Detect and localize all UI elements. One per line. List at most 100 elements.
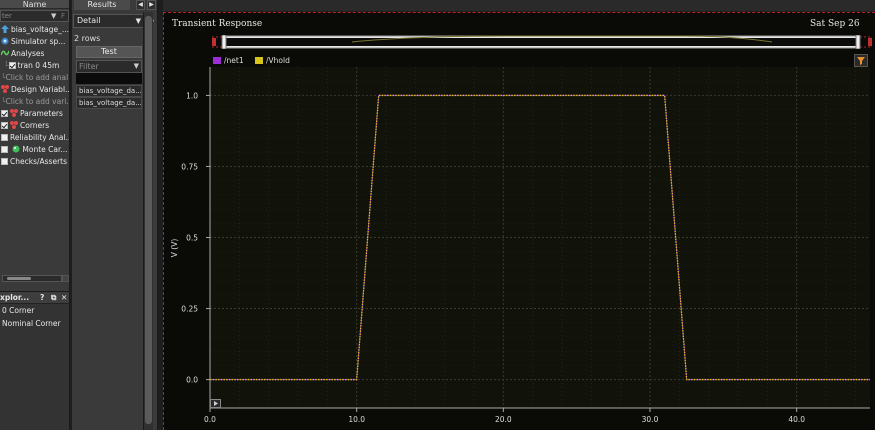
tree-item-label: bias_voltage_... <box>11 25 70 34</box>
corners-explorer-panel: xplor... ? ⧉ ✕ 0 Corner Nominal Corner <box>0 291 69 430</box>
x-tick-label: 40.0 <box>788 415 805 424</box>
x-tick-label: 20.0 <box>495 415 512 424</box>
y-axis-label: V (V) <box>170 239 179 258</box>
tree-item-label: Simulator sp... <box>11 37 66 46</box>
parameters-checkbox[interactable] <box>1 110 8 117</box>
tree-item-label: Parameters <box>20 109 63 118</box>
tree-item-reliability[interactable]: Reliability Anal... <box>1 132 70 144</box>
x-tick-label: 30.0 <box>642 415 659 424</box>
explorer-header: xplor... ? ⧉ ✕ <box>0 292 69 304</box>
reliability-checkbox[interactable] <box>1 134 8 141</box>
monte-carlo-checkbox[interactable] <box>1 146 8 153</box>
tree-item-label: Monte Car... <box>22 145 68 154</box>
tree-item-tran[interactable]: └ tran 0 45m <box>4 60 59 72</box>
scrollbar-thumb[interactable] <box>145 16 152 424</box>
legend-item-vhold[interactable]: /Vhold <box>255 56 290 65</box>
legend-label: /net1 <box>224 56 244 65</box>
scroll-right-button[interactable] <box>62 275 69 282</box>
legend-item-net1[interactable]: /net1 <box>213 56 244 65</box>
legend-label: /Vhold <box>266 56 290 65</box>
nav-left-icon[interactable]: ◀ <box>136 0 145 10</box>
tran-checkbox[interactable] <box>8 62 16 69</box>
explorer-row-corner[interactable]: 0 Corner <box>0 304 69 317</box>
result-row[interactable]: bias_voltage_da... <box>76 85 142 97</box>
tree-filter-suffix: F <box>61 12 66 20</box>
tree-item-test[interactable]: bias_voltage_... <box>1 24 69 36</box>
tree-item-label: Corners <box>20 121 50 130</box>
tree-item-label: Click to add vari... <box>5 97 70 106</box>
test-column-header[interactable]: Test <box>76 46 142 58</box>
legend-swatch <box>255 57 263 64</box>
y-tick-label: 1.0 <box>186 91 198 100</box>
tree-item-label: Reliability Anal... <box>10 133 70 142</box>
tree-item-corners[interactable]: Corners <box>1 120 49 132</box>
y-tick-label: 0.5 <box>186 234 198 243</box>
y-tick-label: 0.25 <box>181 305 198 314</box>
plot-date: Sat Sep 26 <box>810 19 860 29</box>
corners-checkbox[interactable] <box>1 122 8 129</box>
monte-carlo-icon <box>12 145 20 153</box>
results-tab[interactable]: Results <box>74 0 130 10</box>
view-mode-value: Detail <box>77 16 101 25</box>
tree-item-simulator[interactable]: Simulator sp... <box>1 36 65 48</box>
nav-right-icon[interactable]: ▶ <box>147 0 156 10</box>
app-window: Name ter ▼ F bias_voltage_... Simulator … <box>0 0 875 430</box>
waveform-plot[interactable]: 0.0 10.0 20.0 30.0 40.0 0.0 0.25 0.5 0.75 1.0 V (… <box>164 13 875 430</box>
explorer-title: xplor... <box>0 293 30 302</box>
zoom-handle-left <box>221 35 227 49</box>
checks-asserts-checkbox[interactable] <box>1 158 8 165</box>
analyses-icon <box>1 50 9 56</box>
y-tick-label: 0.0 <box>186 376 198 385</box>
tree-item-analyses[interactable]: Analyses <box>1 48 44 60</box>
parameters-icon <box>10 109 18 117</box>
tree-item-parameters[interactable]: Parameters <box>1 108 63 120</box>
results-filter-placeholder: Filter <box>79 62 99 71</box>
tree-item-label: Checks/Asserts <box>10 157 67 166</box>
chevron-down-icon[interactable]: ▼ <box>51 11 56 21</box>
results-header: Results ◀ ▶ <box>72 0 157 10</box>
simulator-icon <box>1 37 9 45</box>
view-mode-select[interactable]: Detail ▼ <box>73 14 144 28</box>
results-panel: Results ◀ ▶ Detail ▼ » 2 rows Test Filte… <box>72 0 158 430</box>
plot-toolbar <box>163 0 875 11</box>
design-variables-icon <box>1 85 9 93</box>
chevron-down-icon[interactable]: ▼ <box>134 61 139 72</box>
name-column-header[interactable]: Name <box>0 0 69 9</box>
tree-item-checks-asserts[interactable]: Checks/Asserts <box>1 156 67 168</box>
tree-item-design-variables[interactable]: Design Variabl... <box>1 84 69 96</box>
tree-item-add-analysis[interactable]: └Click to add anal... <box>1 72 70 84</box>
plot-legend: /net1 /Vhold <box>213 56 299 66</box>
results-filter-input[interactable]: Filter ▼ <box>76 60 142 73</box>
arrow-up-icon <box>1 25 9 33</box>
play-icon[interactable] <box>210 399 221 408</box>
tree-item-monte-carlo[interactable]: Monte Car... <box>1 144 68 156</box>
tree-filter-placeholder: ter <box>2 12 12 20</box>
tree-item-label: Click to add anal... <box>5 73 70 82</box>
plot-title: Transient Response <box>172 19 263 29</box>
x-tick-label: 10.0 <box>348 415 365 424</box>
row-count: 2 rows <box>74 34 101 43</box>
explorer-row-nominal[interactable]: Nominal Corner <box>0 317 69 330</box>
tree-item-label: tran 0 45m <box>17 61 60 70</box>
corners-icon <box>10 121 18 129</box>
tree-horizontal-scrollbar[interactable] <box>2 275 62 282</box>
filter-icon <box>857 57 865 65</box>
help-icon[interactable]: ? <box>40 292 44 304</box>
scrollbar-thumb[interactable] <box>7 277 31 280</box>
close-icon[interactable]: ✕ <box>61 292 67 304</box>
zoom-handle-right <box>855 35 861 49</box>
legend-swatch <box>213 57 221 64</box>
results-vertical-scrollbar[interactable] <box>143 12 153 430</box>
x-tick-label: 0.0 <box>204 415 216 424</box>
filter-button[interactable] <box>854 54 868 67</box>
tree-filter-input[interactable]: ter ▼ F <box>0 10 69 22</box>
tree-item-label: Analyses <box>11 49 45 58</box>
chevron-down-icon: ▼ <box>135 17 141 25</box>
waveform-window: 0.0 10.0 20.0 30.0 40.0 0.0 0.25 0.5 0.75 1.0 V (… <box>163 12 875 430</box>
plot-grid <box>209 67 870 408</box>
result-row[interactable]: bias_voltage_da... <box>76 97 142 109</box>
tree-item-add-variable[interactable]: └Click to add vari... <box>1 96 70 108</box>
pin-icon[interactable]: ⧉ <box>51 292 56 304</box>
y-tick-label: 0.75 <box>181 162 198 171</box>
zoom-scrollbar[interactable] <box>212 35 872 49</box>
